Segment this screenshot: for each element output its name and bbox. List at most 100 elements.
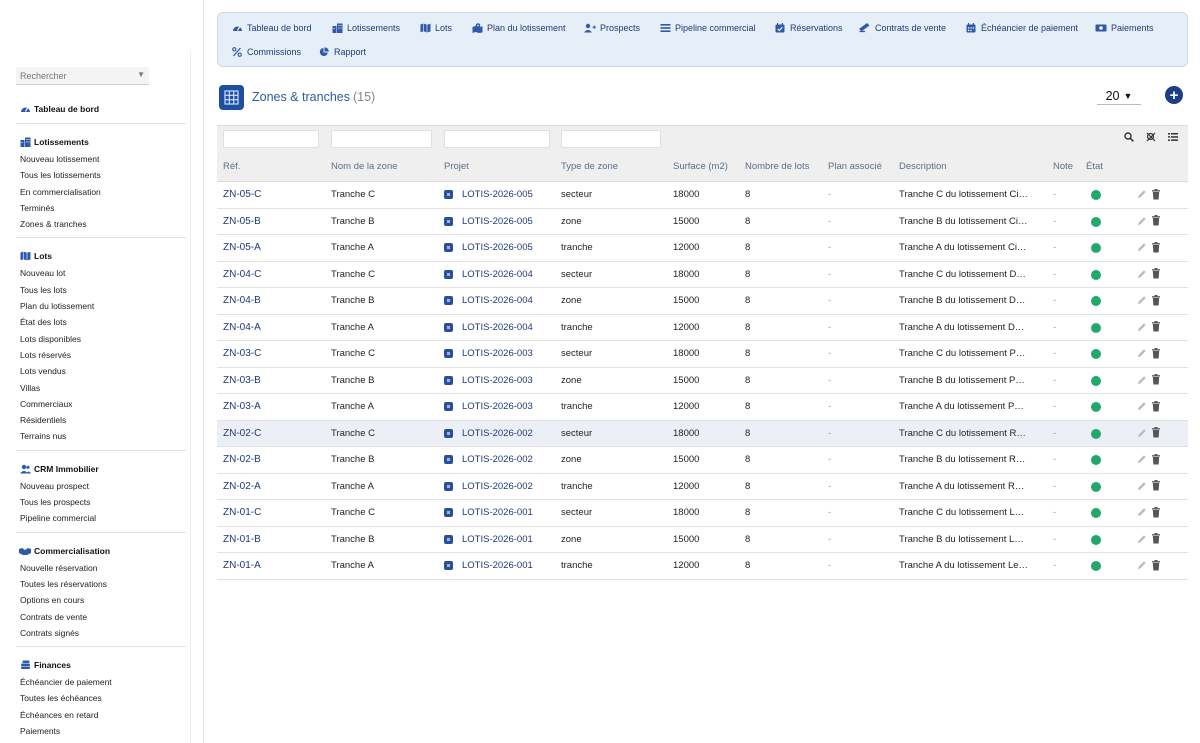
zone-ref-link[interactable]: ZN-01-C: [223, 507, 261, 518]
delete-trash-icon[interactable]: [1151, 321, 1161, 333]
edit-pencil-icon[interactable]: [1137, 559, 1147, 571]
zone-ref-link[interactable]: ZN-04-A: [223, 322, 261, 333]
sidebar-item[interactable]: Tous les prospects: [16, 494, 186, 510]
sidebar-item[interactable]: Échéances en retard: [16, 707, 186, 723]
table-row[interactable]: ZN-03-A Tranche A LOTIS-2026-003 tranche 120…: [217, 394, 1188, 421]
filter-type[interactable]: [561, 130, 661, 148]
project-link[interactable]: LOTIS-2026-004: [444, 322, 533, 333]
sidebar-item[interactable]: Nouveau lot: [16, 265, 186, 281]
sidebar-item[interactable]: Contrats signés: [16, 625, 186, 641]
sidebar-item[interactable]: Lots réservés: [16, 347, 186, 363]
project-link[interactable]: LOTIS-2026-004: [444, 295, 533, 306]
sidebar-item[interactable]: Paiements: [16, 723, 186, 739]
project-link[interactable]: LOTIS-2026-003: [444, 401, 533, 412]
sidebar-item[interactable]: Échéancier de paiement: [16, 674, 186, 690]
edit-pencil-icon[interactable]: [1137, 268, 1147, 280]
column-header[interactable]: Projet: [444, 161, 469, 172]
column-header[interactable]: Nombre de lots: [745, 161, 809, 172]
zone-ref-link[interactable]: ZN-03-B: [223, 375, 261, 386]
zone-ref-link[interactable]: ZN-05-A: [223, 242, 261, 253]
sidebar-item[interactable]: Terminés: [16, 200, 186, 216]
column-header[interactable]: Surface (m2): [673, 161, 728, 172]
search-box[interactable]: ▼: [16, 67, 149, 85]
zone-ref-link[interactable]: ZN-05-C: [223, 189, 261, 200]
delete-trash-icon[interactable]: [1151, 400, 1161, 412]
nav-item[interactable]: Paiements: [1094, 20, 1154, 36]
edit-pencil-icon[interactable]: [1137, 321, 1147, 333]
sidebar-item[interactable]: Nouvelle réservation: [16, 560, 186, 576]
table-row[interactable]: ZN-05-A Tranche A LOTIS-2026-005 tranche 120…: [217, 235, 1188, 262]
project-link[interactable]: LOTIS-2026-004: [444, 269, 533, 280]
column-header[interactable]: Type de zone: [561, 161, 618, 172]
edit-pencil-icon[interactable]: [1137, 400, 1147, 412]
sidebar-group-title[interactable]: CRM Immobilier: [16, 460, 186, 478]
edit-pencil-icon[interactable]: [1137, 215, 1147, 227]
project-link[interactable]: LOTIS-2026-005: [444, 216, 533, 227]
edit-pencil-icon[interactable]: [1137, 188, 1147, 200]
sidebar-item[interactable]: État des lots: [16, 314, 186, 330]
nav-item[interactable]: Pipeline commercial: [658, 20, 756, 36]
clear-filter-icon[interactable]: [1146, 132, 1156, 145]
delete-trash-icon[interactable]: [1151, 241, 1161, 253]
sidebar-item[interactable]: Lots disponibles: [16, 331, 186, 347]
sidebar-group-title[interactable]: Commercialisation: [16, 542, 186, 560]
column-header[interactable]: Nom de la zone: [331, 161, 398, 172]
project-link[interactable]: LOTIS-2026-005: [444, 242, 533, 253]
table-row[interactable]: ZN-03-C Tranche C LOTIS-2026-003 secteur 180…: [217, 341, 1188, 368]
nav-item[interactable]: Plan du lotissement: [470, 20, 566, 36]
zone-ref-link[interactable]: ZN-01-B: [223, 534, 261, 545]
nav-item[interactable]: Réservations: [773, 20, 843, 36]
delete-trash-icon[interactable]: [1151, 347, 1161, 359]
sidebar-item[interactable]: Commerciaux: [16, 396, 186, 412]
sidebar-item[interactable]: Résidentiels: [16, 412, 186, 428]
zone-ref-link[interactable]: ZN-05-B: [223, 216, 261, 227]
nav-item[interactable]: Commissions: [230, 44, 301, 60]
project-link[interactable]: LOTIS-2026-002: [444, 428, 533, 439]
sidebar-item[interactable]: Tous les lotissements: [16, 167, 186, 183]
sidebar-item[interactable]: Commissions: [16, 739, 186, 743]
zone-ref-link[interactable]: ZN-04-C: [223, 269, 261, 280]
filter-ref[interactable]: [223, 130, 319, 148]
edit-pencil-icon[interactable]: [1137, 533, 1147, 545]
table-row[interactable]: ZN-04-B Tranche B LOTIS-2026-004 zone 15000 8…: [217, 288, 1188, 315]
sidebar-item[interactable]: Options en cours: [16, 592, 186, 608]
edit-pencil-icon[interactable]: [1137, 480, 1147, 492]
delete-trash-icon[interactable]: [1151, 427, 1161, 439]
column-header[interactable]: État: [1086, 161, 1103, 172]
delete-trash-icon[interactable]: [1151, 480, 1161, 492]
delete-trash-icon[interactable]: [1151, 374, 1161, 386]
search-icon[interactable]: [1124, 132, 1134, 145]
table-row[interactable]: ZN-01-A Tranche A LOTIS-2026-001 tranche 120…: [217, 553, 1188, 580]
delete-trash-icon[interactable]: [1151, 268, 1161, 280]
zone-ref-link[interactable]: ZN-02-A: [223, 481, 261, 492]
nav-item[interactable]: Contrats de vente: [858, 20, 946, 36]
table-row[interactable]: ZN-02-C Tranche C LOTIS-2026-002 secteur 180…: [217, 420, 1188, 447]
delete-trash-icon[interactable]: [1151, 215, 1161, 227]
sidebar-item[interactable]: Villas: [16, 380, 186, 396]
sidebar-item[interactable]: Nouveau prospect: [16, 478, 186, 494]
table-row[interactable]: ZN-05-B Tranche B LOTIS-2026-005 zone 15000 8…: [217, 208, 1188, 235]
column-header[interactable]: Note: [1053, 161, 1073, 172]
edit-pencil-icon[interactable]: [1137, 506, 1147, 518]
edit-pencil-icon[interactable]: [1137, 347, 1147, 359]
delete-trash-icon[interactable]: [1151, 453, 1161, 465]
per-page-select[interactable]: 20 ▼: [1097, 87, 1141, 105]
project-link[interactable]: LOTIS-2026-005: [444, 189, 533, 200]
sidebar-item[interactable]: Toutes les réservations: [16, 576, 186, 592]
sidebar-item[interactable]: Tous les lots: [16, 282, 186, 298]
list-icon[interactable]: [1168, 132, 1178, 145]
project-link[interactable]: LOTIS-2026-001: [444, 560, 533, 571]
sidebar-group-title[interactable]: Tableau de bord: [16, 100, 186, 118]
nav-item[interactable]: Échéancier de paiement: [964, 20, 1078, 36]
zone-ref-link[interactable]: ZN-04-B: [223, 295, 261, 306]
sidebar-item[interactable]: En commercialisation: [16, 184, 186, 200]
table-row[interactable]: ZN-05-C Tranche C LOTIS-2026-005 secteur 180…: [217, 182, 1188, 209]
nav-item[interactable]: Lots: [418, 20, 452, 36]
sidebar-group-title[interactable]: Lotissements: [16, 133, 186, 151]
nav-item[interactable]: Tableau de bord: [230, 20, 312, 36]
table-row[interactable]: ZN-03-B Tranche B LOTIS-2026-003 zone 15000 8…: [217, 367, 1188, 394]
sidebar-item[interactable]: Pipeline commercial: [16, 510, 186, 526]
edit-pencil-icon[interactable]: [1137, 241, 1147, 253]
filter-project[interactable]: [444, 130, 550, 148]
edit-pencil-icon[interactable]: [1137, 427, 1147, 439]
